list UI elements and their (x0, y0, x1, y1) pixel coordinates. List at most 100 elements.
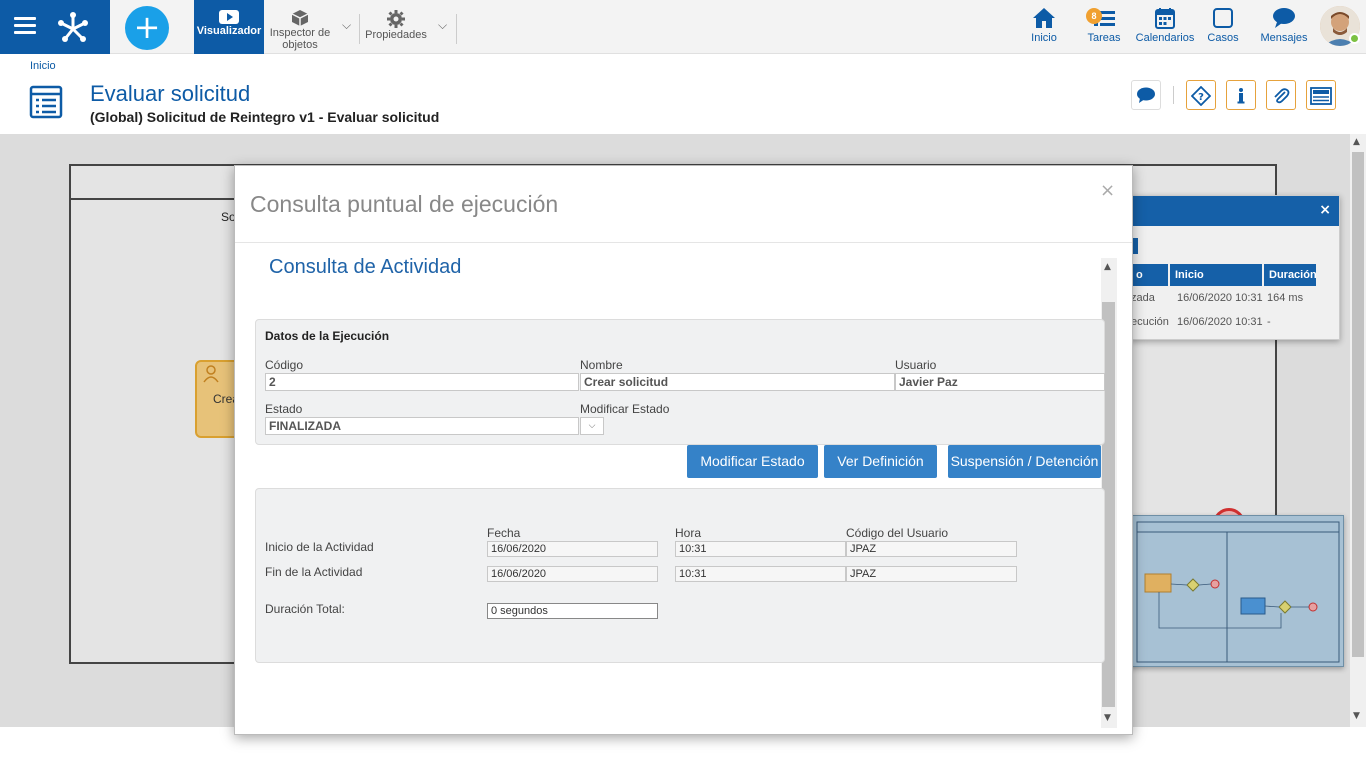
modal-divider (235, 242, 1132, 243)
side-panel-header: × (1131, 196, 1339, 226)
tool-inspector-label-2: objetos (282, 39, 318, 51)
add-button[interactable]: + (125, 6, 169, 50)
scroll-down-icon[interactable]: ▼ (1104, 713, 1111, 723)
inicio-hora-field[interactable]: 10:31 (675, 541, 846, 557)
fin-actividad-label: Fin de la Actividad (265, 565, 363, 579)
estado-label: Estado (265, 402, 303, 416)
fin-hora-field[interactable]: 10:31 (675, 566, 846, 582)
execution-data-title: Datos de la Ejecución (265, 329, 390, 343)
usuario-field[interactable]: Javier Paz (895, 373, 1105, 391)
diagram-minimap[interactable] (1130, 515, 1344, 667)
nav-calendarios[interactable]: Calendarios (1134, 6, 1196, 44)
ver-definicion-button[interactable]: Ver Definición (824, 445, 937, 478)
tool-visualizador[interactable]: Visualizador (194, 0, 264, 54)
home-icon (1033, 8, 1055, 28)
page-subtitle: (Global) Solicitud de Reintegro v1 - Eva… (90, 109, 440, 125)
layout-button[interactable] (1306, 80, 1336, 110)
scroll-up-icon[interactable]: ▲ (1353, 137, 1360, 147)
top-bar: + Visualizador Inspector de objetos ⌵ Pr… (0, 0, 1366, 54)
play-icon (219, 10, 239, 24)
chat-icon (1273, 8, 1295, 28)
close-icon[interactable]: × (1319, 202, 1331, 218)
page-scrollbar-thumb[interactable] (1352, 152, 1364, 657)
suspension-detencion-button[interactable]: Suspensión / Detención (948, 445, 1101, 478)
inicio-actividad-label: Inicio de la Actividad (265, 540, 374, 554)
comment-icon (1137, 87, 1155, 103)
brand-area (0, 0, 110, 54)
scroll-down-icon[interactable]: ▼ (1353, 711, 1360, 721)
nombre-field[interactable]: Crear solicitud (580, 373, 895, 391)
duracion-total-field[interactable]: 0 segundos (487, 603, 658, 619)
duracion-total-label: Duración Total: (265, 602, 345, 616)
fecha-label: Fecha (487, 526, 521, 540)
nav-inicio-label: Inicio (1031, 32, 1057, 44)
paperclip-icon (1274, 88, 1290, 104)
inspector-dropdown-chevron-icon[interactable]: ⌵ (342, 18, 351, 33)
side-cell: zada (1131, 292, 1155, 304)
breadcrumb-inicio[interactable]: Inicio (30, 60, 56, 72)
toolbar-divider (456, 14, 457, 44)
modificar-estado-label: Modificar Estado (580, 402, 670, 416)
tool-propiedades-label: Propiedades (365, 29, 427, 41)
codigo-field[interactable]: 2 (265, 373, 579, 391)
fin-fecha-field[interactable]: 16/06/2020 (487, 566, 658, 582)
online-status-indicator (1349, 33, 1360, 44)
modificar-estado-button[interactable]: Modificar Estado (687, 445, 818, 478)
hora-label: Hora (675, 526, 702, 540)
nav-casos[interactable]: Casos (1206, 6, 1240, 44)
side-col-header: o (1131, 264, 1168, 286)
activity-times-panel: Fecha Hora Código del Usuario Inicio de … (255, 488, 1105, 663)
side-cell: - (1267, 316, 1271, 328)
page-scrollbar[interactable]: ▲ ▼ (1350, 134, 1366, 727)
propiedades-dropdown-chevron-icon[interactable]: ⌵ (438, 18, 447, 33)
nombre-label: Nombre (580, 358, 623, 372)
nav-tareas-label: Tareas (1087, 32, 1121, 44)
help-diamond-icon: ? (1191, 86, 1211, 106)
calendar-icon (1155, 8, 1175, 29)
execution-data-panel: Datos de la Ejecución Código 2 Nombre Cr… (255, 319, 1105, 445)
fin-usuario-field[interactable]: JPAZ (846, 566, 1017, 582)
side-col-header: Inicio (1170, 264, 1262, 286)
logo-icon[interactable] (55, 9, 91, 45)
toolbar-divider (359, 14, 360, 44)
help-button[interactable]: ? (1186, 80, 1216, 110)
svg-text:?: ? (1198, 92, 1204, 103)
codigo-label: Código (265, 358, 304, 372)
usuario-label: Usuario (895, 358, 937, 372)
tool-propiedades[interactable]: Propiedades (362, 0, 430, 54)
section-title: Consulta de Actividad (269, 256, 462, 278)
modal-close-icon[interactable]: × (1100, 180, 1115, 201)
inicio-usuario-field[interactable]: JPAZ (846, 541, 1017, 557)
hamburger-menu-icon[interactable] (14, 17, 36, 37)
side-cell: 164 ms (1267, 292, 1304, 304)
side-col-header: Duración (1264, 264, 1317, 286)
inicio-fecha-field[interactable]: 16/06/2020 (487, 541, 658, 557)
cases-icon (1213, 8, 1233, 28)
header-divider (1173, 86, 1174, 104)
tool-visualizador-label: Visualizador (196, 25, 262, 37)
attachment-button[interactable] (1266, 80, 1296, 110)
estado-field[interactable]: FINALIZADA (265, 417, 579, 435)
gear-icon (387, 10, 405, 28)
modal-title: Consulta puntual de ejecución (250, 191, 559, 217)
scroll-up-icon[interactable]: ▲ (1104, 262, 1111, 272)
side-cell: 16/06/2020 10:31 (1177, 292, 1263, 304)
nav-mensajes[interactable]: Mensajes (1258, 6, 1310, 44)
info-button[interactable] (1226, 80, 1256, 110)
side-cell: 16/06/2020 10:31 (1177, 316, 1263, 328)
nav-casos-label: Casos (1207, 32, 1239, 44)
info-icon (1237, 88, 1245, 104)
cube-icon (291, 10, 309, 26)
nav-inicio[interactable]: Inicio (1028, 6, 1060, 44)
modificar-estado-select[interactable]: ⌵ (580, 417, 604, 435)
layout-icon (1310, 87, 1332, 105)
tool-inspector-label: Inspector de (269, 27, 331, 39)
execution-side-panel: × o Inicio Duración zada 16/06/2020 10:3… (1130, 195, 1340, 340)
page-title: Evaluar solicitud (90, 81, 251, 106)
nav-mensajes-label: Mensajes (1260, 32, 1308, 44)
codigo-usuario-label: Código del Usuario (846, 526, 949, 540)
side-cell: ecución (1131, 316, 1169, 328)
execution-query-modal: Consulta puntual de ejecución × Consulta… (234, 165, 1133, 735)
comment-button[interactable] (1131, 80, 1161, 110)
tool-inspector[interactable]: Inspector de objetos (266, 0, 334, 54)
